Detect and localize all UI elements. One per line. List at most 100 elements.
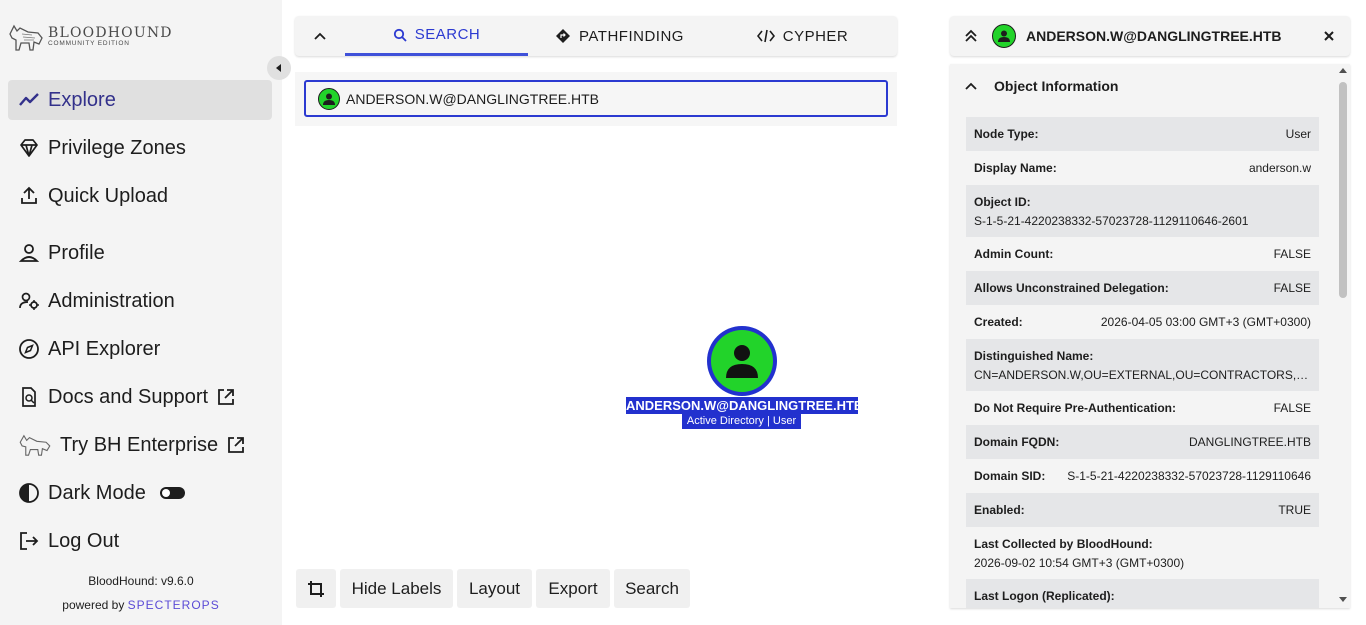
brand-edition: COMMUNITY EDITION — [48, 40, 130, 48]
nav-dark-mode[interactable]: Dark Mode — [8, 473, 272, 513]
caret-left-icon — [276, 64, 281, 72]
user-node-icon — [992, 24, 1016, 48]
nav-administration[interactable]: Administration — [8, 281, 272, 321]
property-value: DANGLINGTREE.HTB — [1188, 435, 1311, 449]
hide-labels-button[interactable]: Hide Labels — [340, 569, 453, 608]
close-icon[interactable] — [1322, 29, 1336, 48]
nav-privilege-zones[interactable]: Privilege Zones — [8, 128, 272, 168]
entity-panel-scrollbar[interactable] — [1335, 64, 1350, 608]
entity-panel-body: Object Information Node Type: User Displ… — [950, 64, 1350, 608]
upload-icon — [18, 185, 40, 207]
property-key: Enabled: — [974, 503, 1025, 517]
property-value: FALSE — [1273, 281, 1311, 295]
nav-log-out[interactable]: Log Out — [8, 521, 272, 561]
property-row: Last Collected by BloodHound: 2026-09-02… — [966, 527, 1319, 579]
route-icon — [556, 29, 571, 43]
collapse-entity-button[interactable] — [950, 29, 992, 43]
scroll-up-arrow-icon[interactable] — [1339, 68, 1347, 73]
property-value: TRUE — [1278, 503, 1311, 517]
collapse-search-button[interactable] — [295, 16, 345, 56]
property-key: Last Collected by BloodHound: — [974, 536, 1153, 551]
nav-try-enterprise-label: Try BH Enterprise — [60, 433, 219, 456]
tab-search[interactable]: SEARCH — [345, 16, 528, 56]
person-icon — [726, 345, 758, 378]
search-icon — [393, 28, 407, 42]
scroll-down-arrow-icon[interactable] — [1339, 597, 1347, 602]
contrast-icon — [18, 482, 40, 504]
person-icon — [18, 242, 40, 264]
brand-name: BLOODHOUND — [48, 25, 173, 42]
entity-title: ANDERSON.W@DANGLINGTREE.HTB — [1026, 28, 1282, 44]
property-key: Admin Count: — [974, 247, 1054, 261]
user-node-icon — [318, 87, 340, 110]
export-button[interactable]: Export — [536, 569, 610, 608]
document-search-icon — [18, 386, 40, 408]
property-key: Display Name: — [974, 161, 1057, 175]
nav-explore-label: Explore — [48, 88, 116, 111]
property-value: 2026-04-05 03:00 GMT+3 (GMT+0300) — [1100, 315, 1311, 329]
object-information-header[interactable]: Object Information — [964, 78, 1118, 94]
logout-icon — [18, 530, 40, 552]
property-key: Distinguished Name: — [974, 348, 1094, 363]
property-row: Last Logon (Replicated): — [966, 579, 1319, 608]
user-gear-icon — [18, 290, 40, 312]
property-row: Do Not Require Pre-Authentication: FALSE — [966, 391, 1319, 425]
search-input[interactable]: ANDERSON.W@DANGLINGTREE.HTB — [304, 80, 888, 117]
nav-api-explorer-label: API Explorer — [48, 337, 161, 360]
property-row: Distinguished Name: CN=ANDERSON.W,OU=EXT… — [966, 339, 1319, 391]
property-value: User — [1285, 127, 1311, 141]
property-value: anderson.w — [1248, 161, 1311, 175]
nav-profile-label: Profile — [48, 241, 105, 264]
chevron-up-icon — [965, 82, 977, 90]
property-row: Object ID: S-1-5-21-4220238332-57023728-… — [966, 185, 1319, 237]
dark-mode-toggle[interactable] — [159, 487, 185, 499]
bloodhound-logo[interactable]: BLOODHOUND COMMUNITY EDITION — [8, 22, 173, 52]
property-value: S-1-5-21-4220238332-57023728-1129110646-… — [974, 213, 1249, 228]
property-key: Object ID: — [974, 194, 1031, 209]
nav-try-enterprise[interactable]: Try BH Enterprise — [8, 425, 272, 465]
tab-search-label: SEARCH — [414, 26, 481, 43]
property-row: Admin Count: FALSE — [966, 237, 1319, 271]
diamond-icon — [18, 137, 40, 159]
nav-docs-support[interactable]: Docs and Support — [8, 377, 272, 417]
chevron-up-icon — [314, 32, 326, 40]
tab-cypher[interactable]: CYPHER — [711, 16, 894, 56]
graph-user-node[interactable] — [707, 326, 777, 396]
search-input-value: ANDERSON.W@DANGLINGTREE.HTB — [346, 90, 600, 107]
code-icon — [756, 29, 775, 43]
graph-search-button[interactable]: Search — [614, 569, 690, 608]
sidebar-collapse-button[interactable] — [267, 56, 291, 80]
tab-pathfinding-label: PATHFINDING — [579, 27, 684, 45]
property-row: Created: 2026-04-05 03:00 GMT+3 (GMT+030… — [966, 305, 1319, 339]
nav-quick-upload[interactable]: Quick Upload — [8, 176, 272, 216]
tab-pathfinding[interactable]: PATHFINDING — [528, 16, 711, 56]
property-key: Do Not Require Pre-Authentication: — [974, 401, 1177, 415]
layout-button[interactable]: Layout — [457, 569, 532, 608]
property-row: Node Type: User — [966, 117, 1319, 151]
nav-profile[interactable]: Profile — [8, 233, 272, 273]
nav-api-explorer[interactable]: API Explorer — [8, 329, 272, 369]
version-text: BloodHound: v9.6.0 — [88, 574, 194, 588]
powered-by-label: powered by — [62, 598, 125, 612]
properties-table: Node Type: User Display Name: anderson.w… — [966, 117, 1319, 608]
scroll-thumb[interactable] — [1339, 82, 1347, 298]
graph-node-label[interactable]: ANDERSON.W@DANGLINGTREE.HTB — [626, 397, 863, 414]
nav-quick-upload-label: Quick Upload — [48, 184, 169, 207]
crop-button[interactable] — [296, 569, 336, 608]
property-row: Enabled: TRUE — [966, 493, 1319, 527]
property-row: Domain SID: S-1-5-21-4220238332-57023728… — [966, 459, 1319, 493]
nav-docs-support-label: Docs and Support — [48, 385, 209, 408]
sidebar: BLOODHOUND COMMUNITY EDITION Explore Pri… — [0, 0, 282, 625]
graph-node-sublabel: Active Directory | User — [682, 414, 801, 429]
tab-cypher-label: CYPHER — [782, 27, 849, 45]
hound-icon — [9, 24, 43, 51]
property-key: Domain SID: — [974, 469, 1046, 483]
crop-icon — [308, 580, 324, 597]
property-value: 2026-09-02 10:54 GMT+3 (GMT+0300) — [974, 555, 1185, 570]
external-link-icon — [216, 387, 236, 407]
nav-explore[interactable]: Explore — [8, 80, 272, 120]
explore-search-panel: SEARCH PATHFINDING CYPHER — [295, 16, 897, 56]
specterops-logo[interactable]: SPECTEROPS — [128, 598, 220, 612]
property-row: Display Name: anderson.w — [966, 151, 1319, 185]
trend-line-icon — [18, 89, 40, 111]
